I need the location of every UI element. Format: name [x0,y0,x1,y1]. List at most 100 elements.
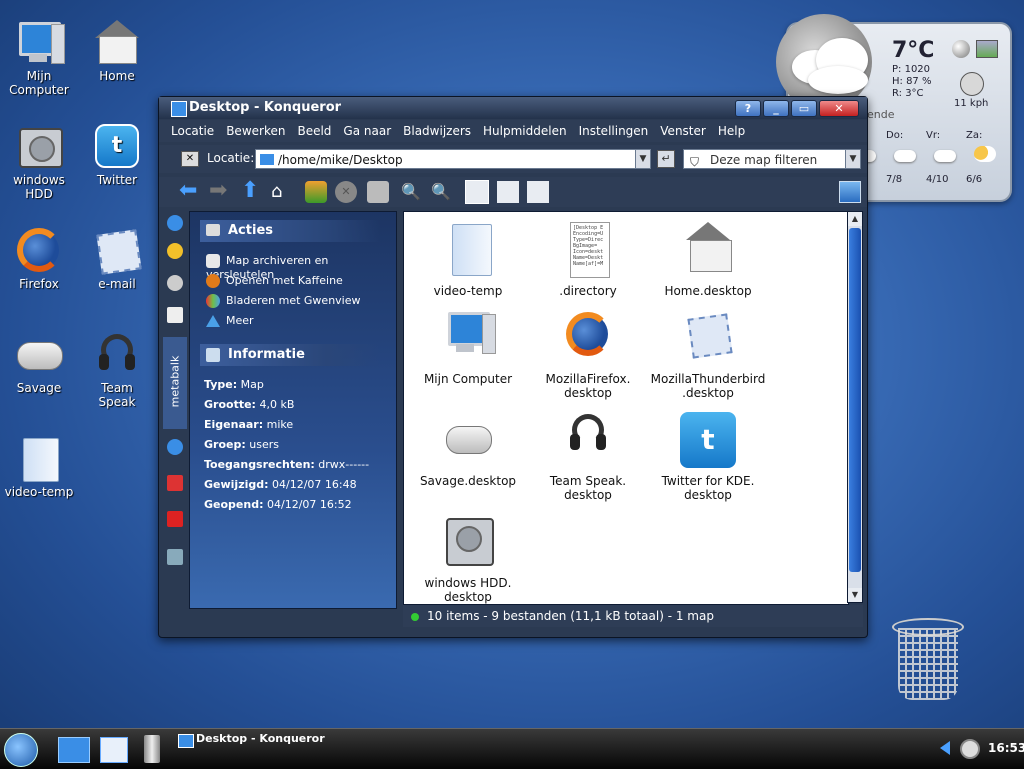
desktop-icon-windows-hdd[interactable]: windows HDD [0,122,78,201]
print-icon[interactable] [367,181,389,203]
action-label: Bladeren met Gwenview [226,294,361,307]
zoom-out-icon[interactable]: 🔍 [431,181,453,203]
desktop-icon-firefox[interactable]: Firefox [0,226,78,291]
sidebar-tab-metabalk[interactable]: metabalk [163,337,187,429]
info-key: Eigenaar: [204,418,264,431]
desktop-icon-teamspeak[interactable]: Team Speak [78,330,156,409]
filter-dropdown-button[interactable]: ▼ [845,149,861,169]
home-icon [93,18,141,66]
info-value: users [249,438,279,451]
info-key: Geopend: [204,498,264,511]
sidebar-tab-news-icon[interactable] [167,511,183,527]
info-row: Gewijzigd: 04/12/07 16:48 [204,478,357,491]
info-key: Gewijzigd: [204,478,269,491]
desktop-icon-video-temp[interactable]: video-temp [0,434,78,499]
help-button[interactable]: ? [735,100,761,117]
zoom-in-icon[interactable]: 🔍 [401,181,423,203]
lock-icon [206,254,220,268]
sidebar-tab-label: metabalk [168,355,182,408]
back-arrow-icon[interactable]: ⬅ [179,180,201,203]
menu-bewerken[interactable]: Bewerken [220,120,291,138]
sidebar-tab-web-icon[interactable] [167,215,183,231]
globe-icon [952,40,970,58]
sidebar-tab-bookmarks-icon[interactable] [167,243,183,259]
vertical-scrollbar[interactable]: ▲ ▼ [847,211,863,603]
desktop-icon-email[interactable]: e-mail [78,226,156,291]
headset-icon [558,410,618,470]
konqueror-launcher-icon[interactable] [58,737,90,763]
close-button[interactable]: ✕ [819,100,859,117]
file-item[interactable]: Home.desktop [648,220,768,298]
menu-hulpmiddelen[interactable]: Hulpmiddelen [477,120,573,138]
menu-beeld[interactable]: Beeld [291,120,337,138]
k-menu-icon[interactable] [4,733,38,767]
action-kaffeine[interactable]: Openen met Kaffeine [206,274,343,288]
action-label: Meer [226,314,254,327]
menu-help[interactable]: Help [712,120,751,138]
tray-clipboard-icon[interactable] [960,739,980,759]
file-item[interactable]: MozillaFirefox. desktop [528,308,648,400]
scroll-down-arrow-icon[interactable]: ▼ [848,588,862,602]
file-item[interactable]: Team Speak. desktop [528,410,648,502]
weather-wind: 11 kph [954,98,989,109]
actions-title: Acties [228,223,273,238]
file-label: Mijn Computer [423,372,513,386]
desktop-icon-home[interactable]: Home [78,18,156,83]
icon-view-icon[interactable] [465,180,489,204]
clear-location-icon[interactable]: ✕ [181,151,199,167]
file-item[interactable]: video-temp [408,220,528,298]
reload-icon[interactable] [305,181,327,203]
title-bar[interactable]: Desktop - Konqueror ? _ ▭ ✕ [159,97,867,119]
sidebar-tab-network-icon[interactable] [167,439,183,455]
location-dropdown-button[interactable]: ▼ [635,149,651,169]
detail-view-icon[interactable] [497,181,519,203]
file-item[interactable]: [Desktop E Encoding=U Type=Direc BgImage… [528,220,648,298]
menu-venster[interactable]: Venster [654,120,712,138]
menu-bladwijzers[interactable]: Bladwijzers [397,120,477,138]
info-key: Toegangsrechten: [204,458,315,471]
gamepad-icon [438,410,498,470]
desktop-icon-savage[interactable]: Savage [0,330,78,395]
trash-launcher-icon[interactable] [144,735,160,763]
file-item[interactable]: windows HDD. desktop [408,512,528,604]
weather-pressure: P: 1020 [892,64,931,75]
konqueror-window[interactable]: Desktop - Konqueror ? _ ▭ ✕ Locatie Bewer… [158,96,868,638]
menu-locatie[interactable]: Locatie [159,120,220,138]
menu-instellingen[interactable]: Instellingen [573,120,655,138]
sidebar-tab-home-icon[interactable] [167,307,183,323]
minimize-button[interactable]: _ [763,100,789,117]
sidebar-tab-services-icon[interactable] [167,549,183,565]
desktop-icon-twitter[interactable]: t Twitter [78,122,156,187]
up-arrow-icon[interactable]: ⬆ [241,180,263,203]
preview-view-icon[interactable] [527,181,549,203]
trash-icon[interactable] [892,618,964,702]
forward-arrow-icon[interactable]: ➡ [209,180,231,203]
scrollbar-thumb[interactable] [849,228,861,572]
location-input[interactable]: /home/mike/Desktop [255,149,651,169]
clock[interactable]: 16:53 [988,741,1024,755]
tray-arrow-icon[interactable] [940,741,950,755]
info-row: Eigenaar: mike [204,418,293,431]
file-item[interactable]: MozillaThunderbird .desktop [648,308,768,400]
desktop-icon-computer[interactable]: Mijn Computer [0,18,78,97]
sidebar-tab-media-icon[interactable] [167,475,183,491]
text-file-icon: [Desktop E Encoding=U Type=Direc BgImage… [558,220,618,280]
weather-temp: 7°C [892,38,935,63]
stop-icon[interactable]: ✕ [335,181,357,203]
sidebar-tab-history-icon[interactable] [167,275,183,291]
menu-ga-naar[interactable]: Ga naar [337,120,397,138]
file-view[interactable]: video-temp [Desktop E Encoding=U Type=Di… [403,211,849,605]
kde-throbber-icon [839,181,861,203]
taskbar-task-konqueror[interactable]: Desktop - Konqueror [176,731,376,749]
go-button[interactable]: ↵ [657,150,675,168]
file-item[interactable]: t Twitter for KDE. desktop [648,410,768,502]
scroll-up-arrow-icon[interactable]: ▲ [848,212,862,226]
maximize-button[interactable]: ▭ [791,100,817,117]
file-item[interactable]: Mijn Computer [408,308,528,386]
file-item[interactable]: Savage.desktop [408,410,528,488]
filter-input[interactable]: ⛉ Deze map filteren [683,149,861,169]
home-icon[interactable]: ⌂ [271,181,293,203]
action-more[interactable]: Meer [206,314,254,327]
file-manager-launcher-icon[interactable] [100,737,128,763]
action-gwenview[interactable]: Bladeren met Gwenview [206,294,361,308]
